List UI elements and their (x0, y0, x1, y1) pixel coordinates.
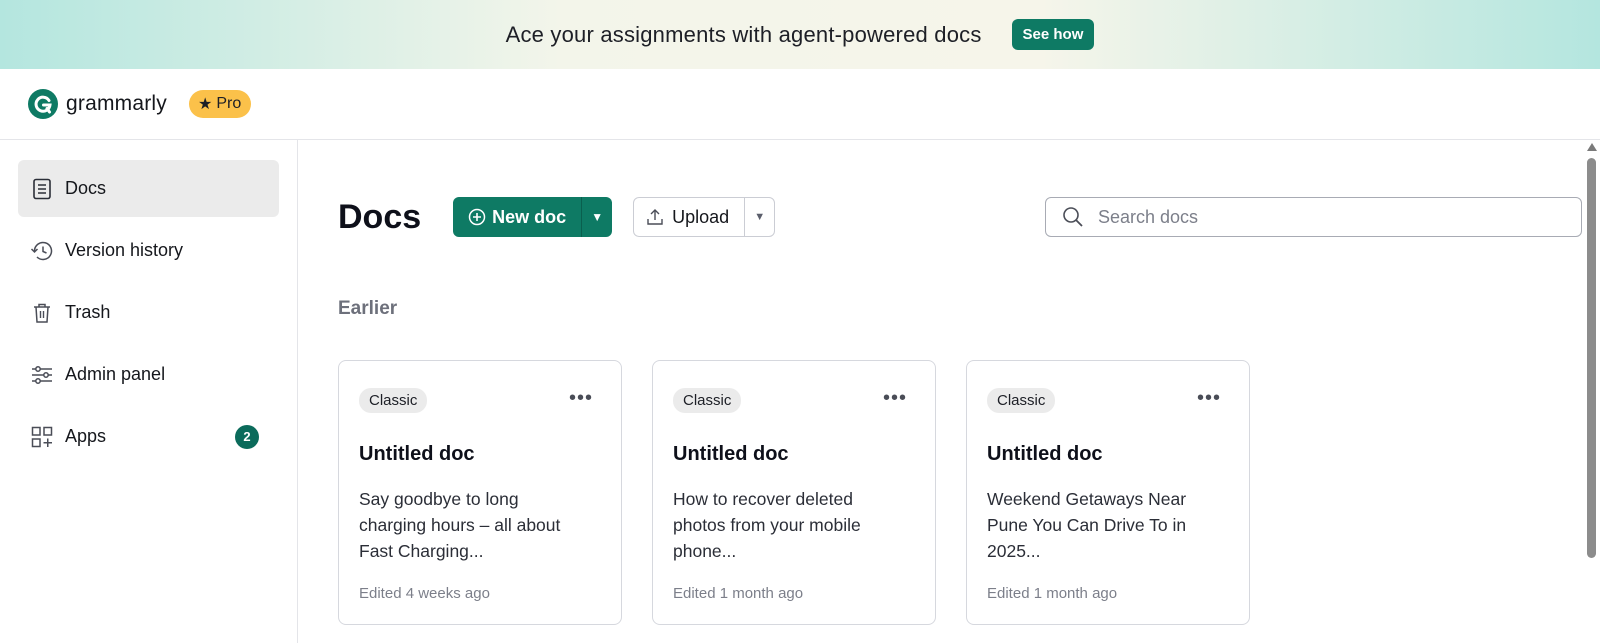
new-doc-label: New doc (492, 206, 567, 227)
sidebar-item-label: Apps (65, 426, 107, 446)
doc-type-tag: Classic (987, 388, 1056, 413)
caret-down-icon: ▼ (591, 210, 604, 224)
doc-preview: How to recover deleted photos from your … (673, 489, 861, 561)
doc-title: Untitled doc (987, 443, 1103, 465)
sidebar-item-trash[interactable]: Trash (18, 284, 279, 341)
doc-title: Untitled doc (359, 443, 475, 465)
document-icon (30, 177, 54, 201)
doc-title: Untitled doc (673, 443, 789, 465)
doc-card[interactable]: Classic ••• Untitled doc How to recover … (652, 360, 936, 625)
new-doc-split-button: New doc ▼ (453, 197, 613, 237)
history-icon (30, 239, 54, 263)
new-doc-button[interactable]: New doc (453, 197, 583, 237)
upload-button[interactable]: Upload (634, 198, 746, 236)
section-label-earlier: Earlier (338, 298, 398, 319)
doc-preview: Weekend Getaways Near Pune You Can Drive… (987, 489, 1187, 561)
plus-circle-icon (468, 208, 486, 226)
sidebar-item-apps[interactable]: Apps 2 (18, 408, 279, 465)
more-options-icon[interactable]: ••• (569, 388, 593, 408)
doc-card[interactable]: Classic ••• Untitled doc Weekend Getaway… (966, 360, 1250, 625)
doc-type-tag: Classic (673, 388, 742, 413)
grammarly-logo-icon (28, 89, 58, 119)
sidebar-item-version-history[interactable]: Version history (18, 222, 279, 279)
scroll-up-arrow-icon[interactable] (1587, 143, 1597, 151)
page-title: Docs (338, 197, 422, 236)
banner-text: Ace your assignments with agent-powered … (505, 21, 982, 47)
sidebar: Docs Version history Trash Admin panel A… (0, 140, 298, 643)
vertical-scrollbar[interactable] (1583, 140, 1600, 643)
doc-card[interactable]: Classic ••• Untitled doc Say goodbye to … (338, 360, 622, 625)
upload-label: Upload (672, 206, 730, 227)
logo-wordmark: grammarly (66, 92, 167, 115)
doc-card-list: Classic ••• Untitled doc Say goodbye to … (338, 360, 1250, 625)
apps-icon (30, 425, 54, 449)
upload-icon (647, 209, 663, 225)
doc-edited-time: Edited 4 weeks ago (359, 585, 490, 602)
upload-dropdown-button[interactable]: ▼ (745, 198, 774, 236)
sidebar-item-label: Admin panel (65, 364, 166, 384)
more-options-icon[interactable]: ••• (1197, 388, 1221, 408)
pro-badge-label: Pro (216, 95, 242, 112)
apps-count-badge: 2 (235, 424, 259, 449)
doc-type-tag: Classic (359, 388, 428, 413)
pro-badge[interactable]: ★ Pro (188, 90, 252, 118)
promo-banner: Ace your assignments with agent-powered … (0, 0, 1600, 69)
sidebar-item-docs[interactable]: Docs (18, 160, 279, 217)
doc-edited-time: Edited 1 month ago (673, 585, 804, 602)
doc-preview: Say goodbye to long charging hours – all… (359, 489, 561, 561)
app-header: grammarly ★ Pro (0, 69, 1600, 140)
scrollbar-thumb[interactable] (1587, 158, 1596, 558)
upload-split-button: Upload ▼ (633, 197, 776, 237)
sidebar-item-label: Docs (65, 178, 107, 198)
new-doc-dropdown-button[interactable]: ▼ (582, 197, 612, 237)
main-content: Docs New doc ▼ Upload ▼ Earlier (299, 140, 1583, 643)
sliders-icon (30, 363, 54, 387)
star-icon: ★ (197, 96, 213, 113)
search-input[interactable] (1098, 206, 1538, 228)
sidebar-item-admin-panel[interactable]: Admin panel (18, 346, 279, 403)
search-box (1045, 197, 1582, 237)
search-icon (1063, 207, 1083, 227)
doc-edited-time: Edited 1 month ago (987, 585, 1118, 602)
grammarly-logo[interactable]: grammarly (28, 89, 167, 119)
sidebar-item-label: Trash (65, 302, 111, 322)
more-options-icon[interactable]: ••• (883, 388, 907, 408)
sidebar-item-label: Version history (65, 240, 184, 260)
docs-toolbar: Docs New doc ▼ Upload ▼ (338, 197, 1582, 237)
caret-down-icon: ▼ (754, 211, 766, 223)
see-how-button[interactable]: See how (1011, 19, 1095, 50)
trash-icon (30, 301, 54, 325)
